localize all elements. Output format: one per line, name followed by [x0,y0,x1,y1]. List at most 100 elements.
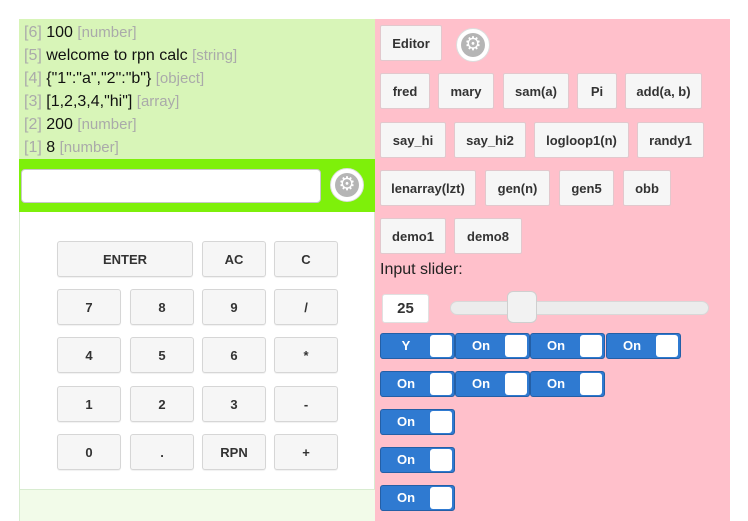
function-button-gen5[interactable]: gen5 [559,170,614,206]
function-button-demo8[interactable]: demo8 [454,218,522,254]
stack-value: 100 [46,24,73,41]
toggle-switch[interactable]: On [455,333,530,359]
toggle-label: On [622,338,642,353]
toggle-knob [430,335,452,357]
key-7[interactable]: 7 [57,289,121,325]
key-5[interactable]: 5 [130,337,194,373]
function-button-obb[interactable]: obb [623,170,671,206]
function-button-randy1[interactable]: randy1 [637,122,704,158]
stack-type: [number] [59,139,119,156]
rpn-button[interactable]: RPN [202,434,266,470]
toggle-switch[interactable]: On [380,409,455,435]
all-clear-button[interactable]: AC [202,241,266,277]
input-slider-thumb[interactable] [507,291,538,323]
slider-label: Input slider: [380,261,463,278]
function-button-fred[interactable]: fred [380,73,430,109]
toggle-switch[interactable]: On [530,371,605,397]
toggle-label: On [396,376,416,391]
stack-type: [array] [136,93,180,110]
stack-type: [number] [77,116,137,133]
stack-index: [3] [24,93,42,110]
function-button-gen[interactable]: gen(n) [485,170,550,206]
key-2[interactable]: 2 [130,386,194,422]
function-button-sam[interactable]: sam(a) [503,73,569,109]
stack-type: [object] [155,70,205,87]
toggle-knob [656,335,678,357]
stack-row: [2] 200 [number] [24,113,375,136]
toggle-label: On [396,414,416,429]
key-3[interactable]: 3 [202,386,266,422]
stack-row: [6] 100 [number] [24,21,375,44]
toggle-knob [580,373,602,395]
toggle-switch[interactable]: On [530,333,605,359]
stack-index: [5] [24,47,42,64]
subtract-button[interactable]: - [274,386,338,422]
add-button[interactable]: + [274,434,338,470]
panel-settings-gear-icon[interactable]: ⚙ [456,28,490,62]
toggle-label: On [471,376,491,391]
key-4[interactable]: 4 [57,337,121,373]
stack-type: [number] [77,24,137,41]
stack-row: [5] welcome to rpn calc [string] [24,44,375,67]
decimal-button[interactable]: . [130,434,194,470]
function-panel: Editor ⚙ fred mary sam(a) Pi add(a, b) s… [375,19,730,521]
gear-icon: ⚙ [461,33,485,57]
keypad: ENTER AC C 7 8 9 / 4 5 6 * 1 2 3 - 0 . R… [19,212,375,490]
toggle-label: On [546,376,566,391]
toggle-label: On [471,338,491,353]
toggle-switch[interactable]: On [380,485,455,511]
entry-bar: ⚙ [19,159,375,212]
keypad-footer [19,490,375,521]
toggle-label: On [546,338,566,353]
enter-button[interactable]: ENTER [57,241,193,277]
toggle-switch[interactable]: On [606,333,681,359]
toggle-switch[interactable]: Y [380,333,455,359]
toggle-knob [505,335,527,357]
settings-gear-icon[interactable]: ⚙ [330,168,364,202]
function-button-pi[interactable]: Pi [577,73,617,109]
toggle-knob [430,487,452,509]
stack-row: [4] {"1":"a","2":"b"} [object] [24,67,375,90]
multiply-button[interactable]: * [274,337,338,373]
key-8[interactable]: 8 [130,289,194,325]
function-button-add[interactable]: add(a, b) [625,73,702,109]
toggle-knob [505,373,527,395]
key-1[interactable]: 1 [57,386,121,422]
stack-index: [4] [24,70,42,87]
function-button-say-hi[interactable]: say_hi [380,122,446,158]
stack-display: [6] 100 [number] [5] welcome to rpn calc… [19,19,375,159]
stack-value: 8 [46,139,56,156]
gear-icon: ⚙ [335,173,359,197]
key-9[interactable]: 9 [202,289,266,325]
clear-button[interactable]: C [274,241,338,277]
toggle-switch[interactable]: On [380,447,455,473]
toggle-knob [430,411,452,433]
entry-input[interactable] [21,169,321,203]
function-button-logloop1[interactable]: logloop1(n) [534,122,629,158]
toggle-switch[interactable]: On [380,371,455,397]
stack-value: {"1":"a","2":"b"} [46,70,152,87]
stack-row: [3] [1,2,3,4,"hi"] [array] [24,90,375,113]
toggle-switch[interactable]: On [455,371,530,397]
stack-value: welcome to rpn calc [46,47,188,64]
stack-value: 200 [46,116,73,133]
editor-button[interactable]: Editor [380,25,442,61]
slider-value: 25 [382,294,429,323]
stack-value: [1,2,3,4,"hi"] [46,93,133,110]
function-button-say-hi2[interactable]: say_hi2 [454,122,526,158]
stack-index: [1] [24,139,42,156]
stack-type: [string] [192,47,238,64]
key-0[interactable]: 0 [57,434,121,470]
toggle-knob [430,373,452,395]
function-button-lenarray[interactable]: lenarray(lzt) [380,170,476,206]
key-6[interactable]: 6 [202,337,266,373]
divide-button[interactable]: / [274,289,338,325]
toggle-label: Y [401,338,411,353]
toggle-label: On [396,490,416,505]
stack-index: [2] [24,116,42,133]
toggle-knob [580,335,602,357]
function-button-mary[interactable]: mary [438,73,494,109]
toggle-label: On [396,452,416,467]
function-button-demo1[interactable]: demo1 [380,218,446,254]
input-slider-track[interactable] [450,301,709,315]
